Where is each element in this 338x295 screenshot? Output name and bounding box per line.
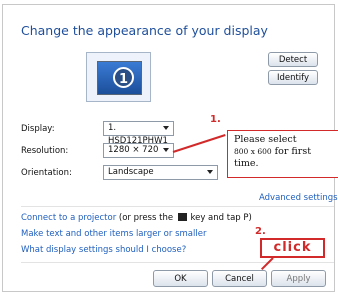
annotation-callout: Please select 800 x 600 for first time. bbox=[227, 130, 338, 178]
callout-resolution: 800 x 600 bbox=[234, 147, 272, 156]
callout-line2: 800 x 600 for first bbox=[234, 146, 332, 158]
what-settings-link[interactable]: What display settings should I choose? bbox=[21, 245, 186, 255]
ok-button[interactable]: OK bbox=[153, 270, 208, 287]
click-arrow bbox=[260, 257, 274, 271]
annotation-arrow bbox=[172, 134, 226, 153]
larger-text-link[interactable]: Make text and other items larger or smal… bbox=[21, 229, 206, 239]
display-settings-window: Change the appearance of your display 1 … bbox=[2, 4, 338, 292]
page-title: Change the appearance of your display bbox=[21, 23, 268, 38]
orientation-select[interactable]: Landscape bbox=[103, 165, 218, 180]
connect-projector-link[interactable]: Connect to a projector bbox=[21, 213, 116, 223]
divider bbox=[21, 206, 334, 207]
display-select[interactable]: 1. HSD121PHW1 bbox=[103, 121, 174, 146]
step-1-label: 1. bbox=[210, 114, 221, 125]
chevron-down-icon bbox=[163, 126, 169, 130]
chevron-down-icon bbox=[163, 148, 169, 152]
projector-text: (or press the bbox=[118, 213, 174, 223]
step-2-label: 2. bbox=[255, 226, 266, 237]
windows-key-icon bbox=[177, 213, 187, 221]
resolution-value: 1280 × 720 bbox=[108, 145, 159, 155]
monitor-number: 1 bbox=[113, 67, 134, 88]
apply-button[interactable]: Apply bbox=[271, 270, 326, 287]
orientation-value: Landscape bbox=[108, 167, 154, 177]
display-label: Display: bbox=[21, 124, 55, 134]
cancel-button[interactable]: Cancel bbox=[212, 270, 267, 287]
monitor-preview[interactable]: 1 bbox=[86, 52, 151, 102]
advanced-settings-link[interactable]: Advanced settings bbox=[259, 193, 338, 203]
resolution-label: Resolution: bbox=[21, 146, 69, 156]
projector-tail: key and tap P) bbox=[190, 213, 252, 223]
divider bbox=[21, 262, 334, 263]
chevron-down-icon bbox=[207, 170, 213, 174]
projector-line: Connect to a projector (or press the key… bbox=[21, 213, 252, 223]
resolution-select[interactable]: 1280 × 720 bbox=[103, 143, 174, 158]
monitor-icon: 1 bbox=[97, 61, 142, 95]
callout-line3: time. bbox=[234, 158, 259, 169]
click-annotation: click bbox=[260, 238, 325, 258]
detect-button[interactable]: Detect bbox=[268, 52, 318, 67]
orientation-label: Orientation: bbox=[21, 168, 72, 178]
callout-line1: Please select bbox=[234, 134, 297, 145]
identify-button[interactable]: Identify bbox=[268, 70, 318, 85]
callout-tail: for first bbox=[274, 146, 312, 157]
